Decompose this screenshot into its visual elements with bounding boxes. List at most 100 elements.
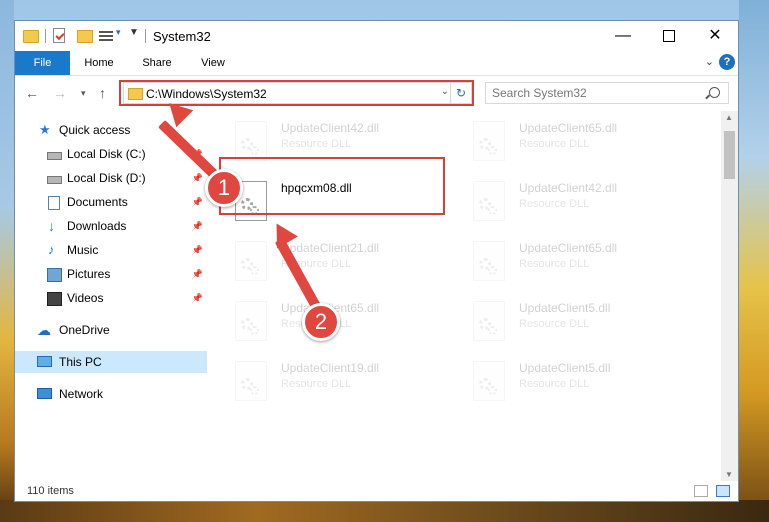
step-1-badge: 1 (205, 169, 243, 207)
sidebar-item-music[interactable]: ♪ Music 📌 (15, 239, 207, 261)
properties-icon[interactable] (53, 28, 65, 43)
dll-file-icon (473, 361, 505, 401)
file-type: Resource DLL (519, 258, 590, 270)
sidebar-item-label: Downloads (67, 219, 127, 233)
ribbon-tabs: File Home Share View ⌄ ? (15, 51, 738, 76)
sidebar-item-network[interactable]: Network (15, 383, 207, 405)
sidebar-item-label: OneDrive (59, 323, 110, 337)
maximize-button[interactable] (646, 21, 692, 51)
network-icon (37, 388, 52, 399)
file-name: UpdateClient5.dll (519, 301, 611, 315)
file-item[interactable]: UpdateClient65.dll Resource DLL (445, 117, 675, 167)
dll-file-icon (473, 241, 505, 281)
sidebar-item-pictures[interactable]: Pictures 📌 (15, 263, 207, 285)
tab-share[interactable]: Share (133, 51, 181, 75)
pin-icon[interactable]: 📌 (192, 263, 203, 285)
sidebar-item-label: Documents (67, 195, 128, 209)
disk-icon (47, 176, 62, 184)
up-button[interactable]: ↑ (99, 85, 106, 101)
sidebar-item-label: Local Disk (C:) (67, 147, 146, 161)
pin-icon[interactable]: 📌 (192, 239, 203, 261)
customize-toolbar-icon[interactable]: ▼ (129, 27, 139, 38)
step-2-badge: 2 (302, 303, 340, 341)
help-icon[interactable]: ? (719, 54, 735, 70)
documents-icon (48, 196, 60, 210)
maximize-icon (663, 29, 675, 42)
dll-file-icon (235, 241, 267, 281)
explorer-window: ▾ ▼ System32 — ✕ File Home Share View ⌄ … (14, 20, 739, 502)
search-box[interactable] (485, 82, 729, 104)
file-item[interactable]: UpdateClient21.dll Resource DLL (207, 237, 437, 287)
back-button[interactable]: ← (25, 85, 39, 101)
title-bar: ▾ ▼ System32 — ✕ (15, 21, 738, 51)
desktop-background-bottom (0, 500, 769, 522)
sidebar-item-label: Pictures (67, 267, 111, 281)
sidebar-item-label: Quick access (59, 123, 131, 137)
file-highlight-box (219, 157, 445, 215)
search-icon[interactable] (709, 87, 720, 98)
file-item[interactable]: UpdateClient65.dll Resource DLL (445, 237, 675, 287)
file-name: UpdateClient42.dll (519, 181, 618, 195)
sidebar-item-videos[interactable]: Videos 📌 (15, 287, 207, 309)
new-folder-icon[interactable] (77, 30, 93, 43)
recent-locations-icon[interactable]: ▾ (81, 88, 86, 99)
file-name: UpdateClient5.dll (519, 361, 611, 375)
file-type: Resource DLL (519, 138, 590, 150)
pin-icon[interactable]: 📌 (192, 215, 203, 237)
navigation-bar: ← → ▾ ↑ C:\Windows\System32 ⌄ ↻ (15, 76, 738, 111)
tab-file[interactable]: File (15, 51, 70, 75)
file-name: UpdateClient19.dll (281, 361, 380, 375)
sidebar-item-onedrive[interactable]: ☁ OneDrive (15, 319, 207, 341)
pictures-icon (47, 268, 62, 282)
status-bar: 110 items (15, 481, 738, 501)
downloads-icon: ↓ (48, 218, 55, 234)
expand-ribbon-icon[interactable]: ⌄ (705, 55, 714, 68)
desktop-background-right (739, 0, 769, 522)
minimize-button[interactable]: — (600, 21, 646, 51)
tiles-view-icon[interactable] (716, 485, 730, 497)
dll-file-icon (235, 361, 267, 401)
tab-view[interactable]: View (191, 51, 235, 75)
sidebar-item-label: Music (67, 243, 99, 257)
pin-icon[interactable]: 📌 (192, 287, 203, 309)
toolbar-divider (45, 29, 46, 43)
dll-file-icon (235, 301, 267, 341)
tab-home[interactable]: Home (77, 51, 121, 75)
dll-file-icon (473, 301, 505, 341)
pin-icon[interactable]: 📌 (192, 167, 203, 189)
sidebar-item-label: This PC (59, 355, 102, 369)
sidebar-item-this-pc[interactable]: This PC (15, 351, 207, 373)
sidebar-item-label: Network (59, 387, 104, 401)
file-item[interactable]: UpdateClient5.dll Resource DLL (445, 297, 675, 347)
details-view-icon[interactable] (694, 485, 708, 497)
file-name: UpdateClient65.dll (519, 241, 618, 255)
file-item[interactable]: UpdateClient42.dll Resource DLL (445, 177, 675, 227)
scroll-up-icon[interactable]: ▲ (725, 113, 733, 122)
scroll-down-icon[interactable]: ▼ (725, 470, 733, 479)
file-item[interactable]: UpdateClient19.dll Resource DLL (207, 357, 437, 407)
close-button[interactable]: ✕ (692, 21, 738, 51)
dll-file-icon (473, 121, 505, 161)
sidebar-item-label: Local Disk (D:) (67, 171, 146, 185)
file-item[interactable]: UpdateClient5.dll Resource DLL (445, 357, 675, 407)
toolbar-divider (145, 29, 146, 43)
file-type: Resource DLL (519, 198, 590, 210)
file-type: Resource DLL (519, 378, 590, 390)
forward-button[interactable]: → (53, 85, 67, 101)
videos-icon (47, 292, 62, 306)
view-icon[interactable] (99, 29, 113, 42)
scrollbar-thumb[interactable] (724, 131, 735, 179)
file-type: Resource DLL (281, 138, 352, 150)
sidebar-item-downloads[interactable]: ↓ Downloads 📌 (15, 215, 207, 237)
vertical-scrollbar[interactable]: ▲ ▼ (721, 111, 738, 481)
search-input[interactable] (492, 86, 692, 100)
chevron-down-icon[interactable]: ▾ (116, 27, 121, 38)
sidebar-item-local-disk-d[interactable]: Local Disk (D:) 📌 (15, 167, 207, 189)
sidebar-item-documents[interactable]: Documents 📌 (15, 191, 207, 213)
file-name: UpdateClient42.dll (281, 121, 380, 135)
star-icon: ★ (39, 122, 51, 137)
dll-file-icon (235, 121, 267, 161)
file-name: UpdateClient65.dll (519, 121, 618, 135)
this-pc-icon (37, 356, 52, 367)
pin-icon[interactable]: 📌 (192, 191, 203, 213)
